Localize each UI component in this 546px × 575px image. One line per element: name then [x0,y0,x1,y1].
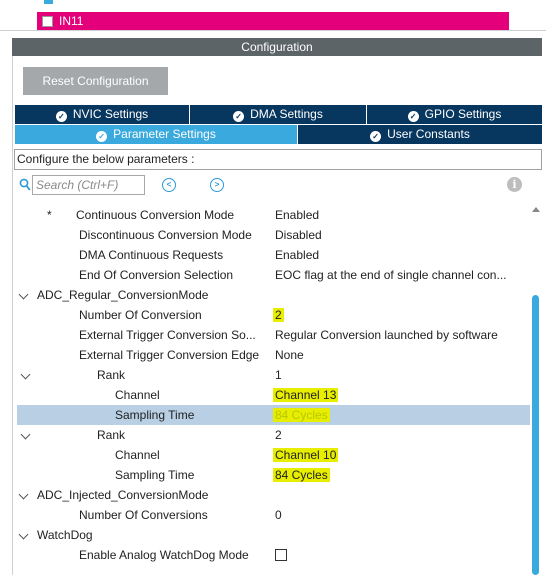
param-name: Sampling Time [115,408,195,422]
group-row[interactable]: WatchDog [14,525,530,545]
configuration-header: Configuration [12,38,542,56]
param-row[interactable]: External Trigger Conversion So... Regula… [14,325,530,345]
param-name: External Trigger Conversion Edge [79,348,260,362]
highlighted-value: Channel 13 [273,388,339,402]
param-name: External Trigger Conversion So... [79,328,256,342]
group-name: WatchDog [37,528,93,542]
param-name: DMA Continuous Requests [79,248,224,262]
param-name: Rank [97,368,126,382]
highlighted-value: 84 Cycles [273,468,330,482]
param-value[interactable]: Enabled [275,205,319,225]
search-icon [19,178,31,192]
tab-label: DMA Settings [250,107,323,121]
watchdog-checkbox[interactable] [275,549,287,561]
check-circle-icon: ✓ [407,111,419,122]
param-row[interactable]: Enable Analog WatchDog Mode [14,545,530,565]
param-name: Continuous Conversion Mode [76,208,235,222]
chevron-left-icon[interactable]: < [162,178,176,192]
param-name: Rank [97,428,126,442]
chevron-down-icon[interactable] [20,429,31,440]
param-value[interactable] [275,545,287,565]
param-row[interactable]: Number Of Conversion 2 [14,305,530,325]
tab-label: NVIC Settings [72,107,149,121]
param-row[interactable]: Number Of Conversions 0 [14,505,530,525]
chevron-down-icon[interactable] [18,489,29,500]
param-row[interactable]: External Trigger Conversion Edge None [14,345,530,365]
param-value[interactable]: Disabled [275,225,322,245]
param-name: Sampling Time [115,468,195,482]
param-name: Enable Analog WatchDog Mode [79,548,249,562]
param-name: Number Of Conversion [79,308,202,322]
tab-user-constants[interactable]: ✓ User Constants [298,125,542,144]
param-value[interactable]: Channel 13 [273,385,339,405]
tab-gpio-settings[interactable]: ✓ GPIO Settings [367,105,542,124]
param-value[interactable]: EOC flag at the end of single channel co… [275,265,506,285]
highlighted-value: Channel 10 [273,448,339,462]
divider [0,30,546,31]
param-row[interactable]: Discontinuous Conversion Mode Disabled [14,225,530,245]
group-row[interactable]: ADC_Regular_ConversionMode [14,285,530,305]
scrollbar[interactable] [530,205,542,575]
param-value[interactable]: 1 [275,365,282,385]
param-value[interactable]: 2 [275,425,282,445]
chevron-down-icon[interactable] [18,289,29,300]
group-row[interactable]: ADC_Injected_ConversionMode [14,485,530,505]
param-name: End Of Conversion Selection [79,268,234,282]
parameters-hint: Configure the below parameters : [14,149,542,170]
chevron-down-icon[interactable] [18,529,29,540]
tab-dma-settings[interactable]: ✓ DMA Settings [190,105,366,124]
param-value[interactable]: 2 [273,305,284,325]
highlighted-value: 2 [273,308,284,322]
list-item-indicator [44,0,53,4]
tab-label: GPIO Settings [424,107,502,121]
param-name: Discontinuous Conversion Mode [79,228,252,242]
param-value[interactable]: Enabled [275,245,319,265]
param-value[interactable]: Channel 10 [273,445,339,465]
tab-parameter-settings[interactable]: ✓ Parameter Settings [15,125,297,144]
search-input[interactable] [32,175,145,195]
checkbox-icon[interactable] [42,16,53,27]
param-name: Channel [115,388,160,402]
param-row[interactable]: End Of Conversion Selection EOC flag at … [14,265,530,285]
scroll-up-icon[interactable] [532,207,540,212]
param-row-selected[interactable]: Sampling Time 84 Cycles [17,405,530,425]
tab-label: Parameter Settings [113,127,216,141]
param-row[interactable]: Channel Channel 10 [14,445,530,465]
param-name: Number Of Conversions [79,508,208,522]
reset-configuration-button[interactable]: Reset Configuration [23,67,168,95]
param-name: Channel [115,448,160,462]
param-value[interactable]: 0 [275,505,282,525]
info-icon[interactable]: i [507,177,522,192]
modified-marker: * [47,208,52,222]
param-row[interactable]: Channel Channel 13 [14,385,530,405]
highlighted-value: 84 Cycles [273,408,330,422]
chevron-right-icon[interactable]: > [210,178,224,192]
tab-nvic-settings[interactable]: ✓ NVIC Settings [15,105,189,124]
list-item-label: IN11 [59,14,84,28]
check-circle-icon: ✓ [233,111,245,122]
group-name: ADC_Injected_ConversionMode [37,488,209,502]
check-circle-icon: ✓ [370,131,382,142]
tab-label: User Constants [387,127,470,141]
param-value[interactable]: Regular Conversion launched by software [275,325,498,345]
list-item-in11[interactable]: IN11 [37,12,509,30]
group-name: ADC_Regular_ConversionMode [37,288,209,302]
check-circle-icon: ✓ [55,111,67,122]
param-value[interactable]: None [275,345,304,365]
rank-row[interactable]: Rank 2 [14,425,530,445]
param-row[interactable]: Sampling Time 84 Cycles [14,465,530,485]
param-row[interactable]: * Continuous Conversion Mode Enabled [14,205,530,225]
param-value[interactable]: 84 Cycles [273,405,330,425]
param-row[interactable]: DMA Continuous Requests Enabled [14,245,530,265]
chevron-down-icon[interactable] [20,369,31,380]
rank-row[interactable]: Rank 1 [14,365,530,385]
check-circle-icon: ✓ [96,131,108,142]
scroll-thumb[interactable] [532,295,539,575]
top-list-area: IN11 [0,0,546,40]
param-value[interactable]: 84 Cycles [273,465,330,485]
parameter-tree: * Continuous Conversion Mode Enabled Dis… [14,205,530,575]
